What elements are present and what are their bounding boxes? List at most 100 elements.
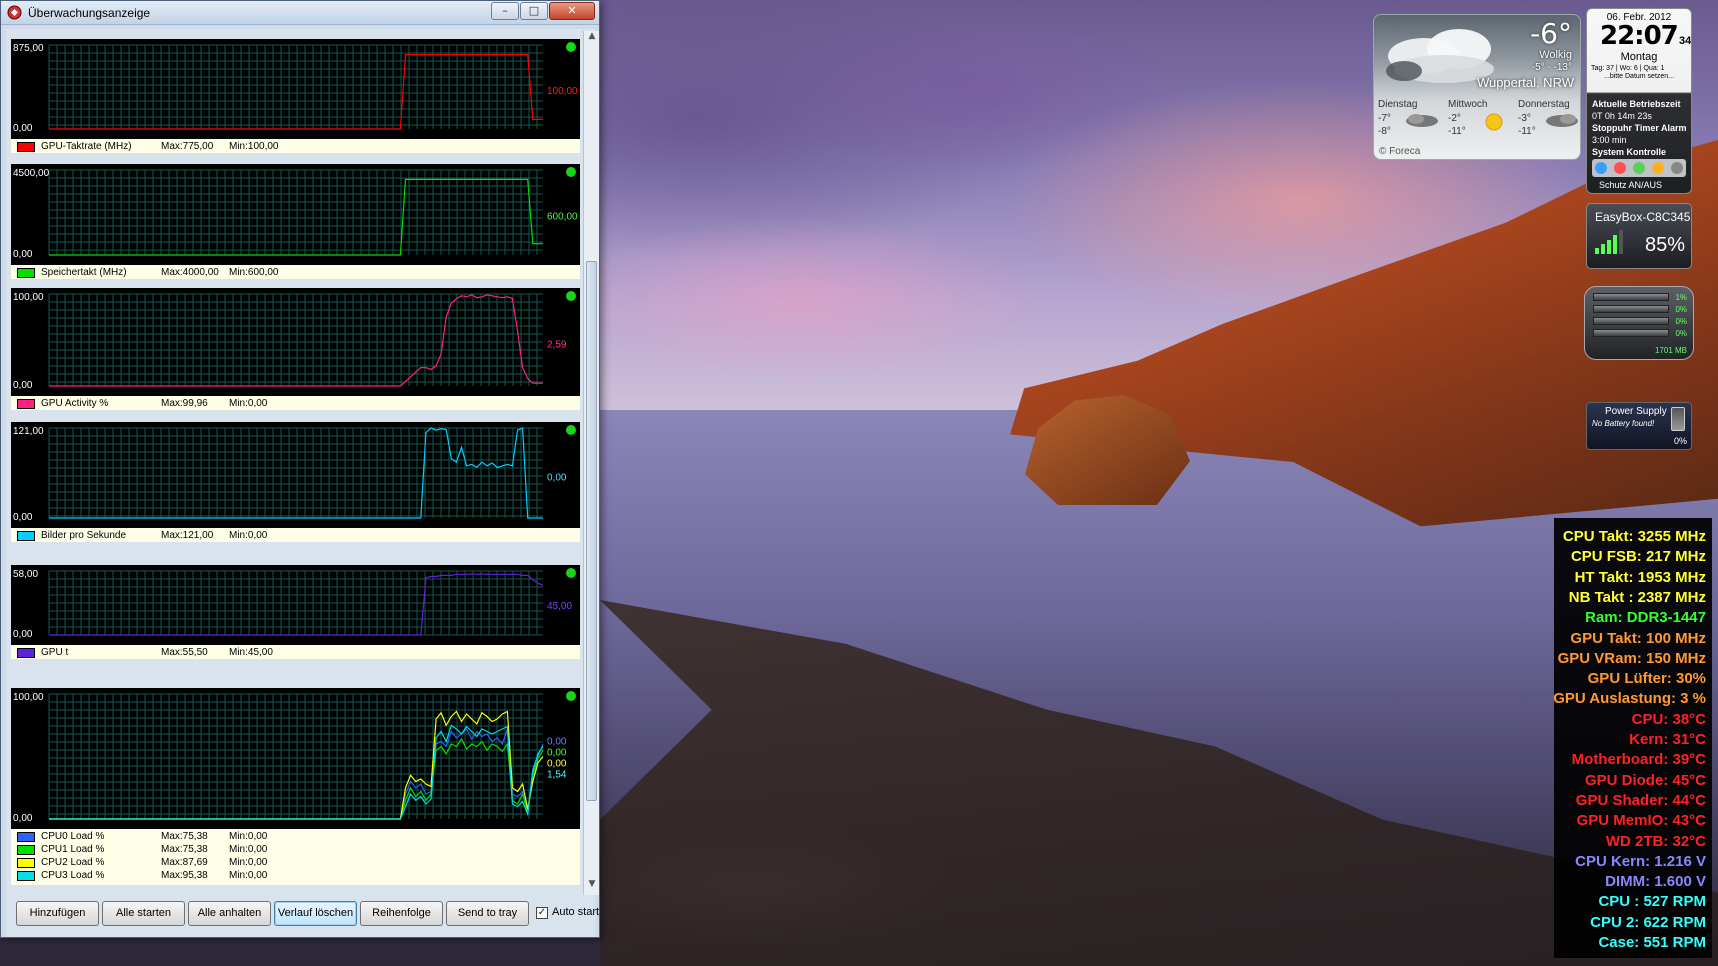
autostart-checkbox[interactable]: ✓ [536,907,548,919]
protection-toggle[interactable]: Schutz AN/AUS [1599,180,1662,190]
scrollbar-thumb[interactable] [586,261,597,801]
scroll-down-icon[interactable]: ▼ [584,879,600,895]
y-axis-max-label: 100,00 [13,692,44,703]
clock-gadget[interactable]: 06. Febr. 2012 22:07 34 Montag Tag: 37 |… [1586,8,1692,194]
legend-max: Max:87,69 [161,857,208,868]
memory-usage: 1701 MB [1654,346,1687,355]
legend-series-name: CPU0 Load % [41,831,105,842]
scroll-up-icon[interactable]: ▲ [584,31,600,47]
legend-max: Max:75,38 [161,831,208,842]
forecast-low: -11° [1448,126,1466,137]
y-axis-max-label: 875,00 [13,43,44,54]
y-axis-max-label: 58,00 [13,569,38,580]
stop-all-button[interactable]: Alle anhalten [188,901,271,926]
window-titlebar[interactable]: Überwachungsanzeige – □ ✕ [1,1,599,25]
graph-legend: GPU Activity % Max:99,96 Min:0,00 [11,396,580,410]
logoff-icon[interactable] [1670,162,1683,174]
cpu-meter-gadget[interactable]: 1% 0% 0% 0% 1701 MB [1584,286,1694,360]
lock-icon[interactable] [1651,162,1664,174]
weather-location: Wuppertal, NRW [1476,75,1574,90]
legend-row[interactable]: GPU t Max:55,50 Min:45,00 [11,646,580,659]
graph-canvas: 4500,00 0,00 600,00 [13,167,578,260]
status-led-icon [566,291,576,301]
y-axis-min-label: 0,00 [13,123,33,134]
autostart-label: Auto start [552,906,600,918]
power-icon[interactable] [1595,162,1608,174]
graph-canvas: 58,00 0,00 45,00 [13,568,576,640]
close-button[interactable]: ✕ [549,2,595,20]
legend-row[interactable]: GPU Activity % Max:99,96 Min:0,00 [11,397,580,410]
series-line [49,710,544,820]
weather-condition: Wolkig [1539,49,1572,61]
forecast-day-name: Mittwoch [1448,99,1488,110]
weather-footer: © Foreca [1379,146,1421,157]
wifi-gadget[interactable]: EasyBox-C8C345 85% [1586,203,1692,269]
graph-panel: 58,00 0,00 45,00 [11,565,580,645]
y-axis-min-label: 0,00 [13,629,33,640]
series-line [49,427,543,519]
clock-seconds: 34 [1679,35,1692,47]
wifi-network-name: EasyBox-C8C345 [1595,210,1691,224]
clock-info: Tag: 37 | Wo: 6 | Qua: 1 [1591,65,1665,72]
legend-min: Min:100,00 [229,141,279,152]
sensor-line: CPU Takt: 3255 MHz [1562,528,1706,545]
legend-max: Max:75,38 [161,844,208,855]
status-led-icon [566,167,576,177]
legend-swatch [17,399,35,409]
clock-tabs[interactable]: Stoppuhr Timer Alarm [1592,123,1687,133]
legend-min: Min:0,00 [229,870,268,881]
add-button[interactable]: Hinzufügen [16,901,99,926]
minimize-button[interactable]: – [491,2,519,20]
sensor-line: WD 2TB: 32°C [1605,832,1706,850]
legend-min: Min:0,00 [229,398,268,409]
sensor-line: CPU FSB: 217 MHz [1570,548,1706,566]
order-button[interactable]: Reihenfolge [360,901,443,926]
legend-row[interactable]: GPU-Taktrate (MHz) Max:775,00 Min:100,00 [11,140,580,153]
legend-series-name: GPU-Taktrate (MHz) [41,141,132,152]
status-led-icon [566,568,576,578]
legend-swatch [17,832,35,842]
legend-row[interactable]: Bilder pro Sekunde Max:121,00 Min:0,00 [11,529,580,542]
meter-value: 0% [1675,317,1687,326]
sensor-line: HT Takt: 1953 MHz [1574,568,1706,586]
status-led-icon [566,42,576,52]
graph-canvas: 100,000,000,000,000,001,54 [13,691,576,824]
restart-icon[interactable] [1614,162,1627,174]
graph-canvas: 121,00 0,00 0,00 [13,425,576,523]
y-axis-min-label: 0,00 [13,512,33,523]
legend-max: Max:121,00 [161,530,214,541]
maximize-button[interactable]: □ [520,2,548,20]
legend-swatch [17,845,35,855]
weather-gadget[interactable]: -6° Wolkig -5° - -13° Wuppertal, NRW Die… [1373,14,1581,160]
legend-row[interactable]: Speichertakt (MHz) Max:4000,00 Min:600,00 [11,266,580,279]
graph-legend: CPU0 Load % Max:75,38 Min:0,00 CPU1 Load % M… [11,829,580,885]
legend-row[interactable]: CPU3 Load % Max:95,38 Min:0,00 [11,869,580,882]
legend-row[interactable]: CPU0 Load % Max:75,38 Min:0,00 [11,830,580,843]
sensor-line: GPU Lüfter: 30% [1587,670,1706,688]
sleep-icon[interactable] [1632,162,1645,174]
legend-swatch [17,531,35,541]
power-supply-gadget[interactable]: Power Supply No Battery found! 0% [1586,402,1692,450]
legend-row[interactable]: CPU2 Load % Max:87,69 Min:0,00 [11,856,580,869]
send-to-tray-button[interactable]: Send to tray [446,901,529,926]
legend-row[interactable]: CPU1 Load % Max:75,38 Min:0,00 [11,843,580,856]
clear-history-button[interactable]: Verlauf löschen [274,901,357,926]
sensor-line: GPU Auslastung: 3 % [1553,690,1706,708]
legend-min: Min:0,00 [229,530,268,541]
start-all-button[interactable]: Alle starten [102,901,185,926]
legend-series-name: Bilder pro Sekunde [41,530,127,541]
status-led-icon [566,691,576,701]
vertical-scrollbar[interactable]: ▲ ▼ [583,31,599,895]
sensor-line: CPU: 38°C [1631,710,1706,728]
system-control-label: System Kontrolle [1592,147,1667,157]
y-axis-min-label: 0,00 [13,380,33,391]
series-line [49,178,543,256]
legend-min: Min:0,00 [229,857,268,868]
minimize-icon: – [502,4,508,17]
battery-icon [1671,407,1685,431]
legend-max: Max:99,96 [161,398,208,409]
graph-canvas: 100,00 0,00 2,59 [13,291,576,391]
sensor-line: Motherboard: 39°C [1571,751,1706,769]
graph-panel: 875,00 0,00 100,00 [11,39,580,139]
current-value-label: 0,00 [547,736,567,747]
